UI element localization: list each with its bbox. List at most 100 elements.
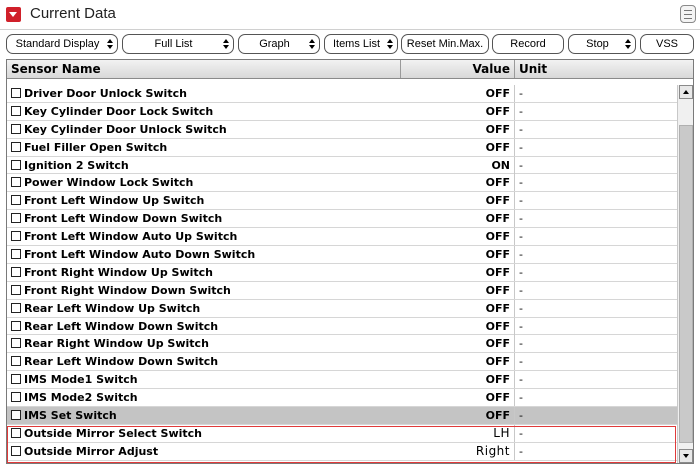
sensor-value: OFF (401, 263, 515, 281)
sensor-value-text: OFF (485, 194, 510, 208)
table-row[interactable]: Rear Left Window Down Switch OFF - (7, 317, 677, 336)
sensor-name-cell: Rear Left Window Down Switch (11, 318, 401, 335)
row-checkbox[interactable] (11, 338, 21, 349)
vss-button[interactable]: VSS (640, 34, 694, 54)
sensor-name: Key Cylinder Door Lock Switch (24, 104, 214, 118)
sensor-name: Rear Left Window Down Switch (24, 319, 219, 333)
stepper-icon (223, 38, 229, 50)
sensor-name-cell: Outside Mirror Adjust (11, 443, 401, 460)
table-row[interactable]: Ignition 2 Switch ON - (7, 156, 677, 175)
scroll-up-icon[interactable] (679, 85, 693, 99)
view-mode-select[interactable]: Graph (238, 34, 320, 54)
row-checkbox[interactable] (11, 88, 21, 98)
row-checkbox[interactable] (11, 356, 21, 367)
sensor-unit: - (519, 426, 523, 440)
row-checkbox[interactable] (11, 320, 21, 331)
row-checkbox[interactable] (11, 427, 21, 438)
table-row[interactable]: Outside Mirror Select Switch LH - (7, 424, 677, 443)
table-row[interactable]: Front Left Window Down Switch OFF - (7, 210, 677, 229)
sensor-unit: - (519, 355, 523, 369)
sensor-name: Rear Left Window Down Switch (24, 355, 219, 369)
sensor-name: Ignition 2 Switch (24, 158, 129, 172)
sensor-value: OFF (401, 210, 515, 228)
row-checkbox[interactable] (11, 410, 21, 421)
stop-select[interactable]: Stop (568, 34, 636, 54)
sensor-value-text: OFF (485, 355, 510, 369)
row-checkbox[interactable] (11, 231, 21, 242)
sensor-name-cell: Rear Right Window Up Switch (11, 335, 401, 352)
sensor-unit: - (519, 104, 523, 118)
table-row[interactable]: Front Right Window Up Switch OFF - (7, 263, 677, 282)
sensor-value: OFF (401, 228, 515, 246)
row-checkbox[interactable] (11, 445, 21, 456)
vertical-scrollbar[interactable] (677, 85, 693, 463)
sensor-name: Front Left Window Auto Down Switch (24, 248, 256, 262)
row-checkbox[interactable] (11, 105, 21, 116)
row-checkbox[interactable] (11, 141, 21, 152)
scroll-thumb[interactable] (679, 125, 693, 443)
row-checkbox[interactable] (11, 266, 21, 277)
sensor-data-table: Sensor Name Value Unit Driver Door Unloc… (6, 59, 694, 464)
scroll-down-icon[interactable] (679, 449, 693, 463)
sensor-name-cell: Power Window Lock Switch (11, 174, 401, 191)
list-mode-select[interactable]: Full List (122, 34, 234, 54)
table-header: Sensor Name Value Unit (7, 60, 693, 79)
table-row[interactable]: Fuel Filler Open Switch OFF - (7, 138, 677, 157)
collapse-toggle-icon[interactable] (6, 7, 21, 22)
row-checkbox[interactable] (11, 123, 21, 134)
sensor-value-text: LH (487, 425, 510, 440)
table-row[interactable]: Rear Right Window Up Switch OFF - (7, 335, 677, 354)
sensor-value-text: OFF (485, 319, 510, 333)
sensor-name-cell: IMS Mode1 Switch (11, 371, 401, 388)
table-row[interactable]: Driver Door Unlock Switch OFF - (7, 85, 677, 103)
row-checkbox[interactable] (11, 213, 21, 224)
menu-icon[interactable] (680, 5, 696, 23)
table-row[interactable]: Key Cylinder Door Unlock Switch OFF - (7, 120, 677, 139)
toolbar: Standard Display Full List Graph Items L… (0, 30, 700, 58)
row-checkbox[interactable] (11, 249, 21, 260)
column-header-unit[interactable]: Unit (515, 60, 693, 78)
sensor-name-cell: Front Left Window Up Switch (11, 192, 401, 209)
sensor-name: Rear Right Window Up Switch (24, 337, 209, 351)
table-row[interactable]: IMS Mode2 Switch OFF - (7, 389, 677, 408)
table-row[interactable]: Front Right Window Down Switch OFF - (7, 281, 677, 300)
sensor-name-cell: Driver Door Unlock Switch (11, 85, 401, 102)
table-row[interactable]: IMS Set Switch OFF - (7, 407, 677, 425)
sensor-value: OFF (401, 138, 515, 156)
table-row[interactable]: Rear Left Window Up Switch OFF - (7, 299, 677, 318)
sensor-name-cell: Front Right Window Up Switch (11, 264, 401, 281)
sensor-name: Front Left Window Auto Up Switch (24, 230, 238, 244)
sensor-unit: - (519, 391, 523, 405)
sensor-unit: - (519, 337, 523, 351)
row-checkbox[interactable] (11, 177, 21, 188)
row-checkbox[interactable] (11, 159, 21, 170)
column-header-value[interactable]: Value (401, 60, 515, 78)
display-mode-select[interactable]: Standard Display (6, 34, 118, 54)
row-checkbox[interactable] (11, 374, 21, 385)
row-checkbox[interactable] (11, 284, 21, 295)
table-row[interactable]: Rear Left Window Down Switch OFF - (7, 353, 677, 372)
sensor-value: OFF (401, 407, 515, 425)
table-row[interactable]: Power Window Lock Switch OFF - (7, 174, 677, 193)
reset-min-max-button[interactable]: Reset Min.Max. (401, 34, 489, 54)
sensor-name: Key Cylinder Door Unlock Switch (24, 122, 227, 136)
sensor-value-text: OFF (485, 248, 510, 262)
items-list-select[interactable]: Items List (324, 34, 398, 54)
column-header-sensor-name[interactable]: Sensor Name (7, 60, 401, 78)
table-row[interactable]: Key Cylinder Door Lock Switch OFF - (7, 102, 677, 121)
row-checkbox[interactable] (11, 392, 21, 403)
sensor-value-text: OFF (485, 230, 510, 244)
sensor-value-text: OFF (485, 283, 510, 297)
sensor-name: IMS Mode1 Switch (24, 373, 138, 387)
table-row[interactable]: Outside Mirror Adjust Right - (7, 442, 677, 461)
row-checkbox[interactable] (11, 302, 21, 313)
table-row[interactable]: Front Left Window Auto Up Switch OFF - (7, 228, 677, 247)
list-mode-label: Full List (154, 38, 193, 50)
table-row[interactable]: Front Left Window Up Switch OFF - (7, 192, 677, 211)
table-row[interactable]: IMS Mode1 Switch OFF - (7, 371, 677, 390)
view-mode-label: Graph (259, 38, 290, 50)
table-row[interactable]: Front Left Window Auto Down Switch OFF - (7, 246, 677, 264)
sensor-name-cell: Front Left Window Auto Up Switch (11, 228, 401, 245)
record-button[interactable]: Record (492, 34, 564, 54)
row-checkbox[interactable] (11, 195, 21, 206)
